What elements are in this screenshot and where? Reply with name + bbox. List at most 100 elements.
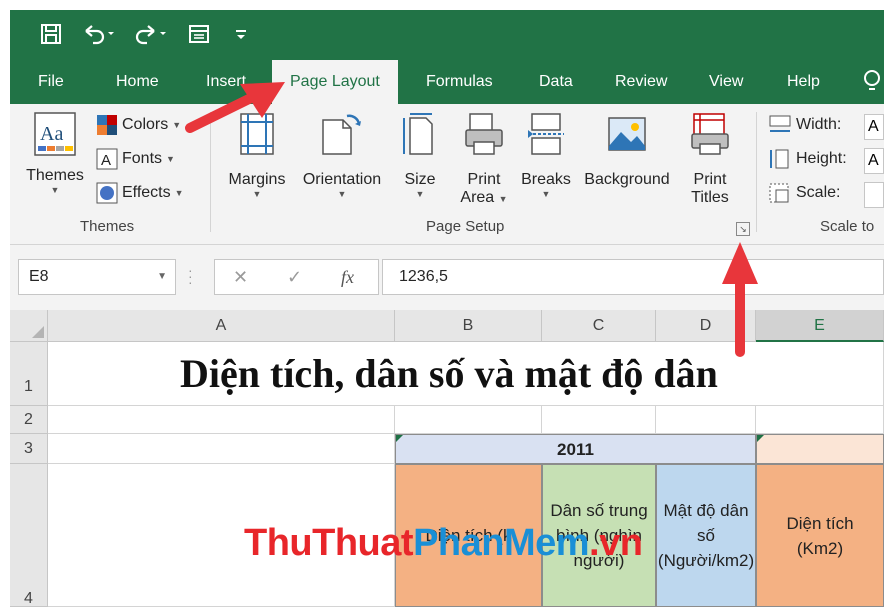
- breaks-button[interactable]: Breaks ▼: [518, 112, 574, 199]
- ribbon-tabs: File Home Insert Page Layout Formulas Da…: [10, 60, 884, 104]
- chevron-down-icon: ▼: [174, 188, 184, 198]
- cell-d2[interactable]: [656, 406, 756, 434]
- name-box[interactable]: E8 ▼: [18, 259, 176, 295]
- svg-text:Aa: Aa: [40, 123, 63, 145]
- tab-data[interactable]: Data: [539, 60, 573, 104]
- fonts-button[interactable]: A Fonts ▼: [96, 148, 175, 170]
- cancel-icon[interactable]: ✕: [233, 260, 248, 294]
- width-control[interactable]: Width:: [768, 114, 841, 136]
- row-header-4[interactable]: 4: [10, 464, 48, 607]
- customize-icon[interactable]: [234, 20, 248, 48]
- size-label: Size: [404, 171, 436, 188]
- effects-button[interactable]: Effects ▼: [96, 182, 184, 204]
- formula-buttons: ✕ ✓ fx: [214, 259, 379, 295]
- tab-home[interactable]: Home: [116, 60, 159, 104]
- svg-text:A: A: [101, 152, 111, 169]
- column-header-e[interactable]: E: [756, 310, 884, 342]
- fonts-label: Fonts: [122, 150, 163, 167]
- row-header-1[interactable]: 1: [10, 342, 48, 406]
- insert-function-icon[interactable]: fx: [341, 260, 354, 294]
- height-icon: [770, 149, 789, 169]
- row-header-3[interactable]: 3: [10, 434, 48, 464]
- fonts-icon: A: [96, 148, 118, 170]
- undo-icon[interactable]: [82, 20, 116, 48]
- error-indicator-icon: [757, 435, 764, 442]
- tab-file[interactable]: File: [38, 60, 64, 104]
- name-box-value: E8: [29, 268, 49, 285]
- height-control[interactable]: Height:: [768, 148, 847, 170]
- chevron-down-icon: ▼: [337, 189, 347, 199]
- size-button[interactable]: Size ▼: [394, 112, 446, 199]
- scale-group-label: Scale to: [820, 218, 875, 235]
- orientation-button[interactable]: Orientation ▼: [296, 112, 388, 199]
- dialog-launcher-icon[interactable]: ↘: [736, 222, 750, 236]
- chevron-down-icon: ▼: [166, 154, 175, 164]
- tab-review[interactable]: Review: [615, 60, 667, 104]
- tab-page-layout[interactable]: Page Layout: [272, 60, 398, 104]
- print-titles-button[interactable]: Print Titles: [682, 112, 738, 207]
- formula-input[interactable]: 1236,5: [382, 259, 884, 295]
- error-indicator-icon: [396, 435, 403, 442]
- save-icon[interactable]: [40, 20, 62, 48]
- header-density-2011[interactable]: Mật độ dân số (Người/km2): [656, 464, 756, 607]
- scale-label: Scale:: [796, 184, 841, 201]
- themes-icon: Aa: [34, 112, 76, 156]
- cell-a3[interactable]: [48, 434, 395, 464]
- resize-handle[interactable]: · · ·: [188, 263, 193, 289]
- scale-control[interactable]: Scale:: [768, 182, 840, 204]
- tab-view[interactable]: View: [709, 60, 743, 104]
- margins-button[interactable]: Margins ▼: [222, 112, 292, 199]
- tab-insert[interactable]: Insert: [206, 60, 246, 104]
- column-header-b[interactable]: B: [395, 310, 542, 342]
- background-button[interactable]: Background: [578, 112, 676, 189]
- tab-formulas[interactable]: Formulas: [426, 60, 493, 104]
- chevron-down-icon: ▼: [252, 189, 262, 199]
- title-bar: [10, 10, 884, 60]
- width-label: Width:: [796, 116, 842, 133]
- row-header-2[interactable]: 2: [10, 406, 48, 434]
- print-titles-label-line1: Print: [693, 171, 727, 188]
- group-divider: [210, 112, 211, 232]
- height-label: Height:: [796, 150, 847, 167]
- header-area-next[interactable]: Diện tích (Km2): [756, 464, 884, 607]
- themes-group-label: Themes: [80, 218, 135, 235]
- margins-icon: [240, 113, 274, 155]
- form-icon[interactable]: [188, 20, 210, 48]
- effects-label: Effects: [122, 184, 171, 201]
- orientation-icon: [322, 114, 361, 155]
- lightbulb-icon[interactable]: [862, 60, 882, 104]
- chevron-down-icon: ▼: [172, 120, 182, 130]
- themes-button[interactable]: Aa Themes ▼: [22, 110, 88, 195]
- width-dropdown[interactable]: A: [864, 114, 884, 140]
- cell-c2[interactable]: [542, 406, 656, 434]
- column-header-d[interactable]: D: [656, 310, 756, 342]
- chevron-down-icon[interactable]: ▼: [157, 260, 167, 294]
- scale-icon: [769, 183, 789, 203]
- header-year-next[interactable]: [756, 434, 884, 464]
- height-dropdown[interactable]: A: [864, 148, 884, 174]
- chevron-down-icon: ▼: [541, 189, 551, 199]
- print-area-label-line1: Print: [467, 171, 501, 188]
- enter-icon[interactable]: ✓: [287, 260, 302, 294]
- colors-button[interactable]: Colors ▼: [96, 114, 181, 136]
- cell-a2[interactable]: [48, 406, 395, 434]
- cell-b2[interactable]: [395, 406, 542, 434]
- watermark-logo: ThuThuatPhanMem.vn: [244, 522, 643, 564]
- column-header-a[interactable]: A: [48, 310, 395, 342]
- scale-spinner[interactable]: [864, 182, 884, 208]
- select-all-button[interactable]: [10, 310, 48, 342]
- redo-icon[interactable]: [134, 20, 168, 48]
- page-setup-group-label: Page Setup: [426, 218, 505, 235]
- print-titles-label-line2: Titles: [691, 189, 729, 206]
- print-area-button[interactable]: Print Area ▼: [454, 112, 514, 207]
- header-year-2011[interactable]: 2011: [395, 434, 756, 464]
- cell-e2[interactable]: [756, 406, 884, 434]
- print-area-icon: [465, 113, 503, 155]
- colors-icon: [97, 115, 117, 135]
- breaks-icon: [528, 113, 564, 155]
- print-titles-icon: [691, 113, 729, 155]
- print-area-label-line2: Area ▼: [460, 189, 508, 206]
- column-header-c[interactable]: C: [542, 310, 656, 342]
- colors-label: Colors: [122, 116, 169, 133]
- tab-help[interactable]: Help: [787, 60, 820, 104]
